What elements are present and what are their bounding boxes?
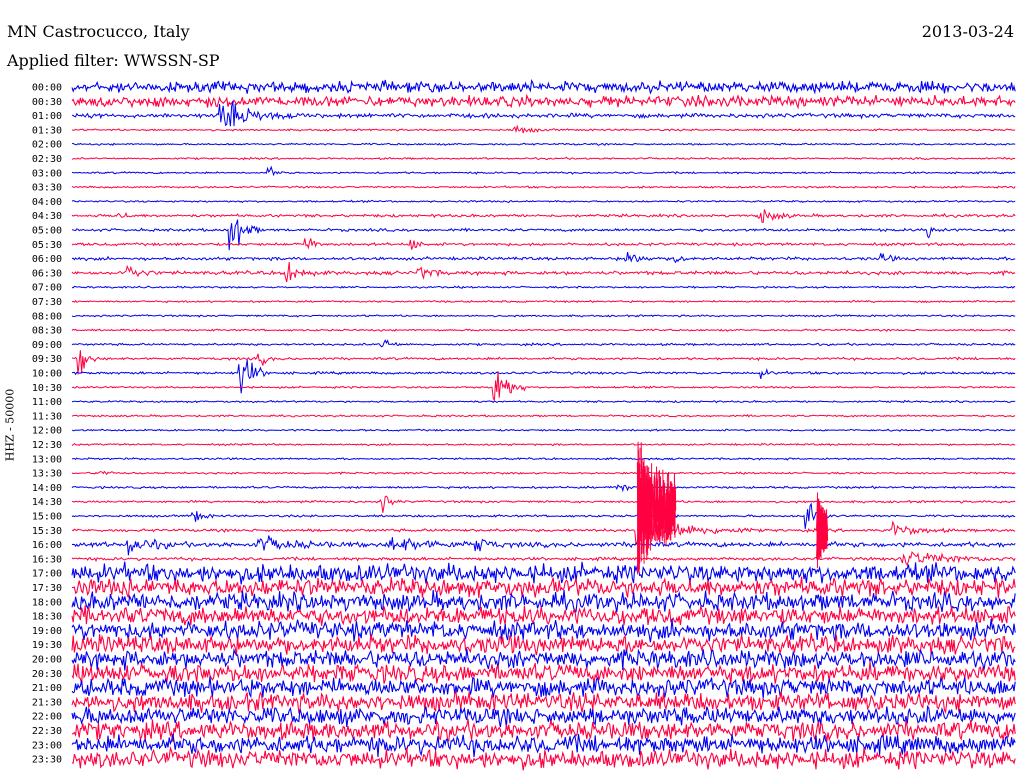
time-label: 19:30 <box>32 640 62 651</box>
trace-1130 <box>71 413 1016 418</box>
time-label: 21:00 <box>32 683 62 694</box>
trace-0030 <box>71 93 1016 110</box>
time-label: 19:00 <box>32 626 62 637</box>
trace-1330 <box>71 470 1016 476</box>
trace-0000 <box>71 79 1016 95</box>
trace-2330 <box>71 745 1016 771</box>
trace-0830 <box>71 328 1016 332</box>
trace-0500 <box>72 219 1016 251</box>
time-label: 20:30 <box>32 669 62 680</box>
trace-2300 <box>71 733 1016 758</box>
trace-1030 <box>71 371 1016 401</box>
trace-0730 <box>71 299 1016 304</box>
time-label: 14:00 <box>32 483 62 494</box>
trace-1830 <box>71 605 1016 626</box>
trace-1100 <box>71 399 1016 404</box>
time-label: 18:30 <box>32 612 62 623</box>
time-label: 11:30 <box>32 411 62 422</box>
time-label: 10:00 <box>32 369 62 380</box>
trace-0200 <box>71 142 1016 147</box>
time-label: 01:30 <box>32 125 62 136</box>
seismogram-plot: 00:00 00:30 01:00 01:30 02:00 02:30 03:00 03:30… <box>32 79 1016 771</box>
time-label: 01:00 <box>32 111 62 122</box>
time-label: 05:30 <box>32 240 62 251</box>
trace-0800 <box>71 314 1016 318</box>
time-label: 03:30 <box>32 183 62 194</box>
time-label: 06:30 <box>32 268 62 279</box>
time-label: 13:00 <box>32 454 62 465</box>
time-label: 22:30 <box>32 726 62 737</box>
time-label: 02:30 <box>32 154 62 165</box>
time-label: 04:00 <box>32 197 62 208</box>
trace-0700 <box>71 285 1016 289</box>
trace-0900 <box>71 339 1016 348</box>
trace-1300 <box>71 456 1016 461</box>
trace-1930 <box>71 632 1016 656</box>
time-label: 03:00 <box>32 168 62 179</box>
trace-2000 <box>71 648 1016 671</box>
trace-1200 <box>71 428 1016 432</box>
time-label: 00:00 <box>32 83 62 94</box>
trace-1900 <box>71 618 1016 643</box>
trace-1700 <box>71 561 1016 585</box>
time-label: 08:00 <box>32 311 62 322</box>
time-label: 10:30 <box>32 383 62 394</box>
time-label: 06:00 <box>32 254 62 265</box>
time-label: 22:00 <box>32 712 62 723</box>
time-label: 11:00 <box>32 397 62 408</box>
time-label: 14:30 <box>32 497 62 508</box>
time-label: 17:00 <box>32 569 62 580</box>
time-label: 21:30 <box>32 697 62 708</box>
trace-1400 <box>71 484 1016 493</box>
time-label: 23:30 <box>32 755 62 766</box>
time-label: 04:30 <box>32 211 62 222</box>
trace-2100 <box>71 676 1016 699</box>
time-label: 18:00 <box>32 597 62 608</box>
time-label: 05:00 <box>32 226 62 237</box>
time-label: 20:00 <box>32 655 62 666</box>
trace-2200 <box>71 705 1016 728</box>
trace-1430 <box>71 495 1016 513</box>
trace-0530 <box>71 238 1016 250</box>
trace-0600 <box>71 252 1016 264</box>
time-label: 09:00 <box>32 340 62 351</box>
time-label: 13:30 <box>32 469 62 480</box>
trace-1230 <box>71 442 1016 447</box>
time-label: 17:30 <box>32 583 62 594</box>
time-label: 00:30 <box>32 97 62 108</box>
time-label: 12:00 <box>32 426 62 437</box>
trace-0630 <box>71 261 1016 283</box>
trace-0130 <box>71 124 1016 134</box>
aftershock-burst <box>816 492 829 569</box>
trace-2230 <box>71 718 1016 742</box>
time-label: 12:30 <box>32 440 62 451</box>
trace-0300 <box>71 165 1016 177</box>
time-label: 02:00 <box>32 140 62 151</box>
time-label: 07:00 <box>32 283 62 294</box>
trace-1500 <box>71 502 1016 529</box>
trace-0230 <box>71 156 1016 161</box>
time-label: 15:30 <box>32 526 62 537</box>
trace-1600 <box>71 535 1016 556</box>
time-label: 16:00 <box>32 540 62 551</box>
trace-0930 <box>71 350 1016 375</box>
time-label: 07:30 <box>32 297 62 308</box>
time-label: 15:00 <box>32 512 62 523</box>
trace-1630 <box>71 551 1016 566</box>
main-event-burst <box>636 441 677 575</box>
time-label: 09:30 <box>32 354 62 365</box>
trace-0430 <box>71 209 1016 223</box>
time-label: 16:30 <box>32 554 62 565</box>
time-label: 23:00 <box>32 740 62 751</box>
trace-0400 <box>71 199 1016 204</box>
time-label: 08:30 <box>32 326 62 337</box>
trace-1800 <box>71 589 1016 613</box>
trace-0330 <box>71 185 1016 189</box>
